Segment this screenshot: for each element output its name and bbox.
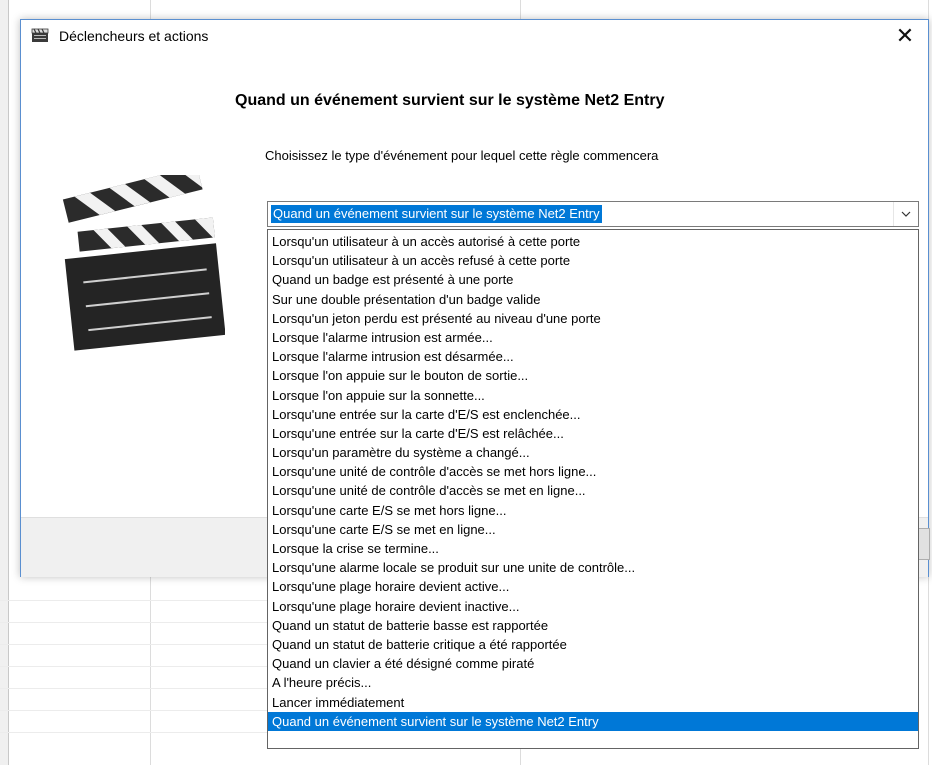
dropdown-option[interactable]: Lorsqu'une carte E/S se met en ligne... — [268, 520, 918, 539]
event-type-dropdown-list[interactable]: Lorsqu'un utilisateur à un accès autoris… — [267, 229, 919, 749]
clapperboard-icon — [62, 175, 225, 351]
dropdown-option[interactable]: Lorsqu'un utilisateur à un accès autoris… — [268, 232, 918, 251]
clapperboard-app-icon — [31, 28, 49, 42]
grid-line — [0, 688, 270, 689]
window-title: Déclencheurs et actions — [59, 28, 209, 44]
dropdown-option[interactable]: Lorsque l'on appuie sur la sonnette... — [268, 386, 918, 405]
grid-line — [0, 666, 270, 667]
dropdown-option[interactable]: A l'heure précis... — [268, 673, 918, 692]
background-app-edge — [0, 0, 9, 765]
dropdown-option[interactable]: Lorsqu'une entrée sur la carte d'E/S est… — [268, 405, 918, 424]
dropdown-option[interactable]: Quand un badge est présenté à une porte — [268, 270, 918, 289]
grid-line — [0, 732, 270, 733]
event-type-combobox[interactable]: Quand un événement survient sur le systè… — [267, 201, 919, 227]
dropdown-option[interactable]: Quand un statut de batterie basse est ra… — [268, 616, 918, 635]
grid-line — [0, 710, 270, 711]
dropdown-option[interactable]: Lorsqu'une alarme locale se produit sur … — [268, 558, 918, 577]
grid-line — [0, 600, 270, 601]
dropdown-option[interactable]: Lorsqu'une unité de contrôle d'accès se … — [268, 462, 918, 481]
dropdown-option[interactable]: Lorsque la crise se termine... — [268, 539, 918, 558]
close-icon: ✕ — [895, 23, 915, 48]
dropdown-option[interactable]: Lorsqu'une plage horaire devient active.… — [268, 577, 918, 596]
dropdown-option[interactable]: Quand un statut de batterie critique a é… — [268, 635, 918, 654]
page-heading: Quand un événement survient sur le systè… — [235, 92, 665, 109]
dropdown-option[interactable]: Lorsqu'une entrée sur la carte d'E/S est… — [268, 424, 918, 443]
dropdown-option[interactable]: Lorsque l'on appuie sur le bouton de sor… — [268, 366, 918, 385]
instruction-text: Choisissez le type d'événement pour lequ… — [265, 148, 659, 163]
dropdown-option[interactable]: Lorsqu'une plage horaire devient inactiv… — [268, 597, 918, 616]
combobox-selected-value: Quand un événement survient sur le systè… — [271, 205, 602, 223]
dropdown-option[interactable]: Lorsqu'un utilisateur à un accès refusé … — [268, 251, 918, 270]
close-button[interactable]: ✕ — [882, 20, 928, 52]
dropdown-option[interactable]: Lancer immédiatement — [268, 693, 918, 712]
grid-line — [0, 644, 270, 645]
chevron-down-icon — [901, 211, 911, 217]
dropdown-option[interactable]: Lorsque l'alarme intrusion est armée... — [268, 328, 918, 347]
dropdown-option[interactable]: Sur une double présentation d'un badge v… — [268, 290, 918, 309]
footer-button[interactable] — [918, 528, 930, 560]
title-bar[interactable]: Déclencheurs et actions ✕ — [21, 20, 928, 52]
combobox-dropdown-button[interactable] — [893, 202, 918, 226]
dropdown-option[interactable]: Quand un événement survient sur le systè… — [268, 711, 918, 731]
grid-line — [0, 622, 270, 623]
dropdown-option[interactable]: Lorsque l'alarme intrusion est désarmée.… — [268, 347, 918, 366]
dropdown-option[interactable]: Lorsqu'un jeton perdu est présenté au ni… — [268, 309, 918, 328]
dropdown-option[interactable]: Lorsqu'une unité de contrôle d'accès se … — [268, 481, 918, 500]
dropdown-option[interactable]: Lorsqu'une carte E/S se met hors ligne..… — [268, 501, 918, 520]
dropdown-option[interactable]: Lorsqu'un paramètre du système a changé.… — [268, 443, 918, 462]
dropdown-option[interactable]: Quand un clavier a été désigné comme pir… — [268, 654, 918, 673]
